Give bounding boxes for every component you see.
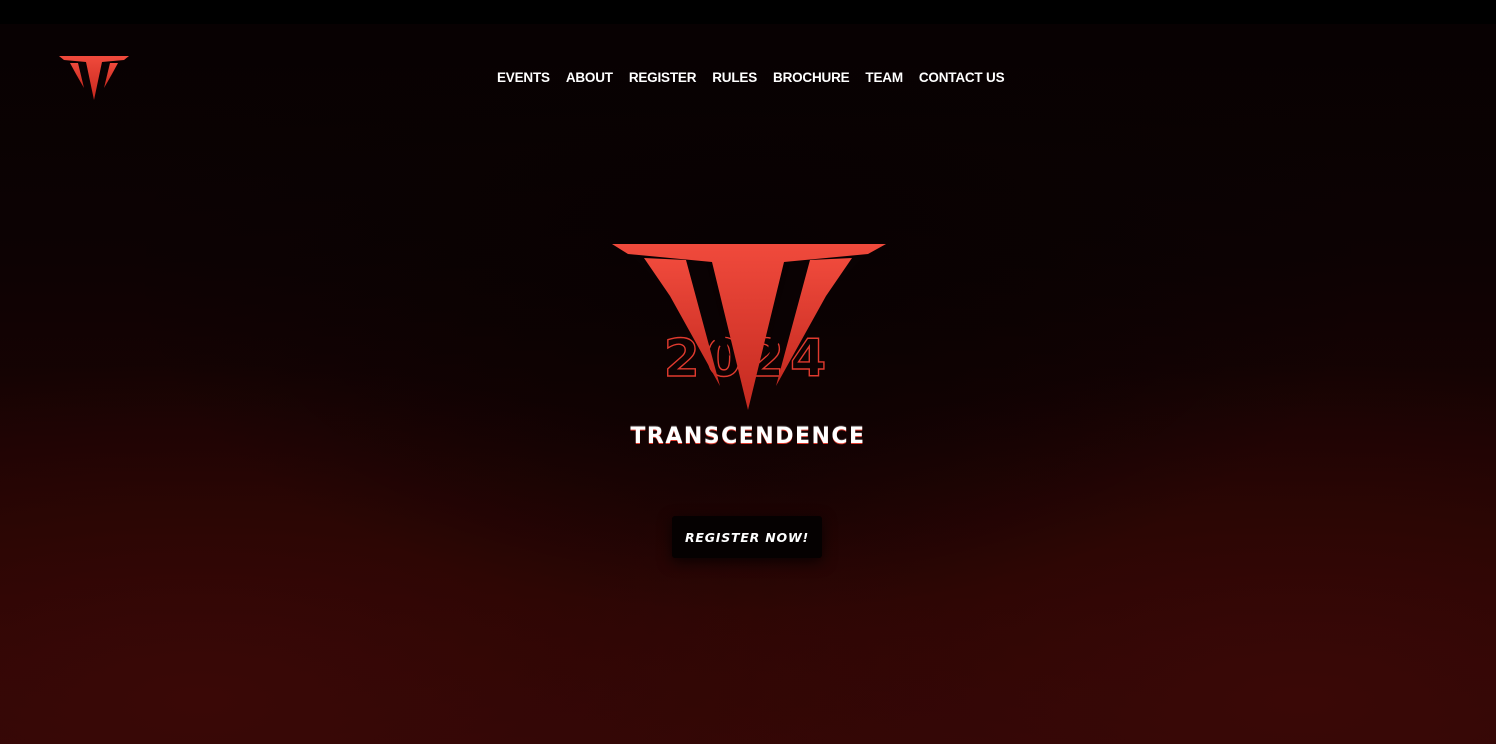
transcendence-emblem-icon: 2024 [612,244,886,410]
register-now-button[interactable]: REGISTER NOW! [672,516,822,558]
main-nav: EVENTS ABOUT REGISTER RULES BROCHURE TEA… [497,70,1005,85]
nav-item-brochure[interactable]: BROCHURE [773,70,850,85]
nav-item-events[interactable]: EVENTS [497,70,550,85]
transcendence-logo-icon[interactable] [58,54,130,102]
nav-item-team[interactable]: TEAM [865,70,903,85]
nav-item-contact-us[interactable]: CONTACT US [919,70,1005,85]
hero-title: TRANSCENDENCE [630,424,866,449]
nav-item-rules[interactable]: RULES [712,70,757,85]
top-bar [0,0,1496,24]
landing-page: EVENTS ABOUT REGISTER RULES BROCHURE TEA… [0,0,1496,744]
nav-item-register[interactable]: REGISTER [629,70,697,85]
nav-item-about[interactable]: ABOUT [566,70,613,85]
